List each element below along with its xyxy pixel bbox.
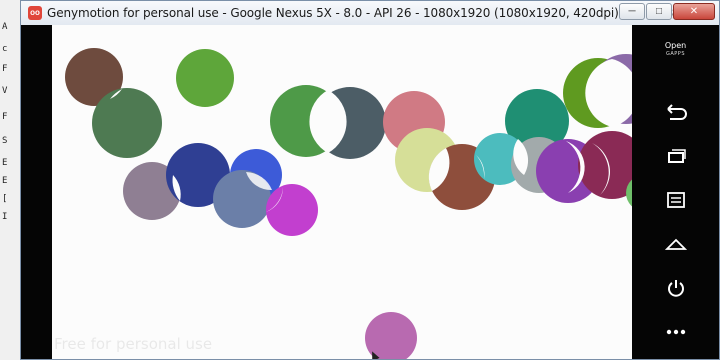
- watermark-text: Free for personal use: [54, 335, 213, 353]
- device-screen[interactable]: Free for personal use: [52, 25, 633, 359]
- device-frame-left: [21, 25, 52, 359]
- emulator-window: oo Genymotion for personal use - Google …: [20, 0, 720, 360]
- bubble: [92, 88, 162, 158]
- bg-letter: A: [2, 22, 8, 32]
- menu-button[interactable]: [665, 189, 687, 211]
- more-icon: [666, 329, 686, 335]
- recents-button[interactable]: [665, 145, 687, 167]
- bubbles-canvas: [65, 48, 633, 359]
- minimize-icon: ─: [628, 6, 636, 17]
- bg-letter: I: [2, 212, 8, 222]
- bg-letter: V: [2, 86, 8, 96]
- window-controls: ─ □ ✕: [619, 3, 715, 20]
- home-icon: [665, 238, 687, 250]
- back-button[interactable]: [665, 101, 687, 123]
- bg-letter: F: [2, 64, 8, 74]
- genymotion-side-bar: Open GAPPS: [632, 25, 719, 359]
- bg-letter: [: [2, 194, 8, 204]
- home-button[interactable]: [665, 233, 687, 255]
- bg-letter: E: [2, 176, 8, 186]
- back-icon: [667, 104, 687, 120]
- minimize-button[interactable]: ─: [619, 3, 645, 20]
- menu-icon: [667, 192, 685, 208]
- maximize-icon: □: [655, 6, 663, 17]
- bg-letter: c: [2, 44, 8, 54]
- window-title: Genymotion for personal use - Google Nex…: [47, 6, 691, 20]
- opengapps-brand-bottom: GAPPS: [666, 51, 685, 57]
- bg-letter: F: [2, 112, 8, 122]
- title-bar[interactable]: oo Genymotion for personal use - Google …: [21, 1, 719, 26]
- bg-letter: E: [2, 158, 8, 168]
- genymotion-logo-icon: oo: [28, 6, 42, 20]
- opengapps-button[interactable]: Open GAPPS: [632, 41, 719, 59]
- bubble: [176, 49, 234, 107]
- power-button[interactable]: [665, 277, 687, 299]
- recents-icon: [668, 149, 686, 163]
- more-button[interactable]: [665, 321, 687, 343]
- close-button[interactable]: ✕: [673, 3, 715, 20]
- background-window-sliver: A c F V F S E E [ I: [0, 0, 22, 360]
- close-icon: ✕: [689, 6, 699, 17]
- power-icon: [668, 280, 684, 297]
- opengapps-brand-top: Open: [664, 41, 687, 50]
- bg-letter: S: [2, 136, 8, 146]
- maximize-button[interactable]: □: [646, 3, 672, 20]
